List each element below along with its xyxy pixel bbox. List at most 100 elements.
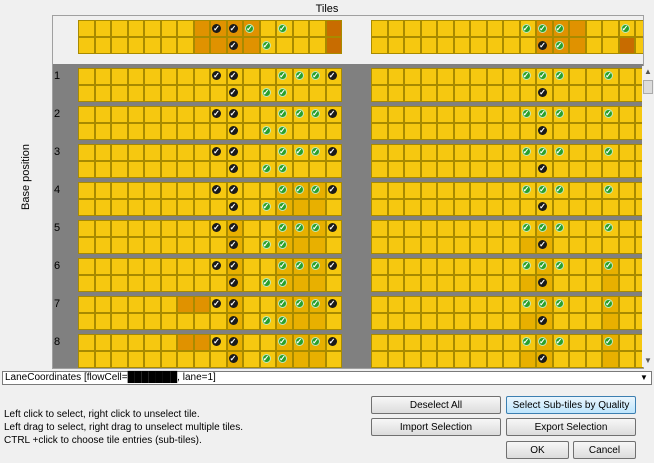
tile[interactable]	[387, 161, 404, 178]
tile[interactable]	[387, 199, 404, 216]
tile[interactable]	[387, 275, 404, 292]
tile[interactable]	[144, 161, 161, 178]
tile[interactable]	[470, 37, 487, 54]
tile[interactable]	[177, 199, 194, 216]
tile[interactable]	[404, 313, 421, 330]
tile[interactable]	[210, 351, 227, 368]
tile[interactable]	[519, 37, 536, 54]
tile[interactable]	[618, 123, 635, 140]
tile[interactable]	[292, 351, 309, 368]
tile[interactable]	[309, 161, 326, 178]
tile[interactable]	[552, 313, 569, 330]
tile[interactable]	[243, 161, 260, 178]
tile[interactable]	[470, 68, 487, 85]
tile[interactable]	[325, 237, 342, 254]
tile[interactable]	[78, 351, 95, 368]
tile[interactable]	[437, 182, 454, 199]
tile[interactable]	[585, 68, 602, 85]
tile[interactable]	[387, 237, 404, 254]
tile[interactable]	[486, 334, 503, 351]
tile[interactable]	[635, 20, 643, 37]
tile[interactable]	[470, 220, 487, 237]
tile[interactable]	[404, 20, 421, 37]
tile[interactable]	[193, 199, 210, 216]
vertical-scrollbar[interactable]: ▲ ▼	[642, 66, 654, 367]
tile[interactable]	[94, 144, 111, 161]
tile[interactable]	[585, 20, 602, 37]
tile[interactable]	[519, 351, 536, 368]
tile[interactable]	[210, 275, 227, 292]
tile[interactable]	[569, 275, 586, 292]
tile[interactable]	[309, 123, 326, 140]
tile[interactable]	[111, 237, 128, 254]
tile[interactable]	[569, 20, 586, 37]
tile[interactable]	[127, 144, 144, 161]
tile[interactable]	[210, 85, 227, 102]
tile[interactable]	[94, 123, 111, 140]
tile[interactable]	[569, 68, 586, 85]
tile[interactable]	[602, 275, 619, 292]
tile[interactable]	[160, 123, 177, 140]
tile[interactable]	[420, 144, 437, 161]
tile[interactable]	[144, 123, 161, 140]
tile[interactable]	[453, 351, 470, 368]
tile[interactable]	[602, 37, 619, 54]
tile[interactable]	[470, 123, 487, 140]
tile[interactable]	[371, 182, 388, 199]
tile[interactable]	[111, 182, 128, 199]
tile[interactable]	[193, 85, 210, 102]
tile[interactable]	[160, 334, 177, 351]
tile[interactable]	[259, 258, 276, 275]
tile[interactable]	[404, 182, 421, 199]
tile[interactable]	[585, 334, 602, 351]
tile[interactable]	[309, 237, 326, 254]
tile[interactable]	[371, 161, 388, 178]
tile[interactable]	[585, 161, 602, 178]
tile[interactable]	[111, 351, 128, 368]
tile[interactable]	[404, 123, 421, 140]
tile[interactable]	[259, 182, 276, 199]
tile[interactable]	[404, 296, 421, 313]
tile[interactable]	[193, 182, 210, 199]
tile[interactable]	[94, 182, 111, 199]
tile[interactable]	[193, 275, 210, 292]
tile[interactable]	[177, 106, 194, 123]
tile[interactable]	[470, 199, 487, 216]
tile[interactable]	[404, 85, 421, 102]
tile[interactable]	[94, 106, 111, 123]
tile[interactable]	[78, 296, 95, 313]
tile[interactable]	[94, 296, 111, 313]
tile[interactable]	[503, 313, 520, 330]
tile[interactable]	[193, 334, 210, 351]
tile[interactable]	[78, 37, 95, 54]
tile[interactable]	[387, 106, 404, 123]
tile[interactable]	[78, 275, 95, 292]
tile[interactable]	[127, 106, 144, 123]
tile[interactable]	[503, 275, 520, 292]
tile[interactable]	[404, 351, 421, 368]
tile[interactable]	[602, 351, 619, 368]
tile[interactable]	[486, 68, 503, 85]
tile[interactable]	[160, 237, 177, 254]
tile[interactable]	[552, 199, 569, 216]
tile[interactable]	[78, 85, 95, 102]
tile[interactable]	[325, 20, 342, 37]
tile[interactable]	[160, 275, 177, 292]
tile[interactable]	[160, 258, 177, 275]
tile[interactable]	[94, 275, 111, 292]
tile[interactable]	[585, 123, 602, 140]
tile[interactable]	[453, 106, 470, 123]
tile[interactable]	[437, 123, 454, 140]
tile[interactable]	[470, 258, 487, 275]
tile[interactable]	[193, 220, 210, 237]
tile[interactable]	[259, 106, 276, 123]
tile[interactable]	[243, 237, 260, 254]
tile[interactable]	[552, 351, 569, 368]
tile[interactable]	[519, 275, 536, 292]
tile[interactable]	[259, 296, 276, 313]
tile[interactable]	[420, 237, 437, 254]
tile[interactable]	[78, 237, 95, 254]
tile[interactable]	[127, 237, 144, 254]
tile[interactable]	[111, 144, 128, 161]
tile[interactable]	[618, 161, 635, 178]
